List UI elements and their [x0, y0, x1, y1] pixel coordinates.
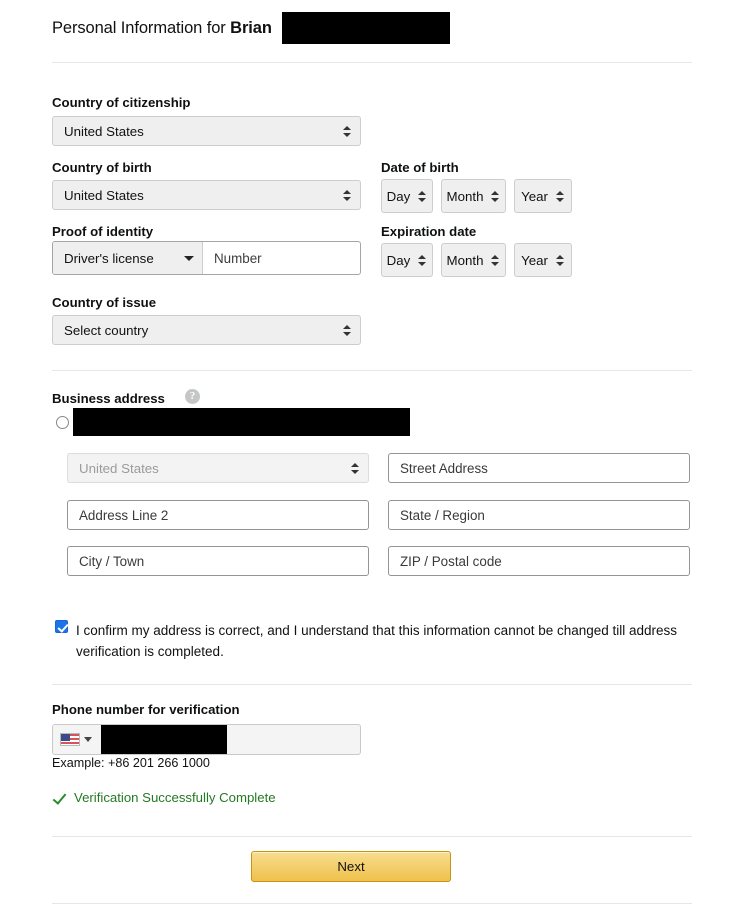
- page-title-prefix: Personal Information for: [52, 18, 231, 37]
- select-dob-month[interactable]: Month: [441, 179, 506, 213]
- phone-example-text: Example: +86 201 266 1000: [52, 756, 210, 770]
- input-address-line-2-placeholder: Address Line 2: [79, 507, 169, 523]
- select-expiration-day[interactable]: Day: [381, 243, 433, 277]
- radio-business-address-option[interactable]: [56, 416, 69, 429]
- personal-information-form: Personal Information for Brian Country o…: [0, 0, 750, 917]
- input-city-town-placeholder: City / Town: [79, 553, 145, 569]
- verification-status: Verification Successfully Complete: [52, 790, 276, 805]
- select-country-of-citizenship[interactable]: United States: [52, 116, 361, 146]
- select-country-of-issue[interactable]: Select country: [52, 315, 361, 345]
- updown-arrows-icon: [343, 189, 352, 202]
- divider-identity: [52, 370, 692, 371]
- page-title-name: Brian: [230, 18, 272, 37]
- label-expiration-date: Expiration date: [381, 224, 477, 239]
- updown-arrows-icon: [491, 190, 500, 203]
- label-date-of-birth: Date of birth: [381, 160, 459, 175]
- redacted-phone-number: [101, 725, 227, 754]
- label-proof-of-identity: Proof of identity: [52, 224, 154, 239]
- input-street-address[interactable]: Street Address: [388, 453, 690, 483]
- page-title: Personal Information for Brian: [52, 12, 450, 44]
- select-expiration-year[interactable]: Year: [514, 243, 572, 277]
- select-country-of-issue-value: Select country: [64, 322, 149, 338]
- select-country-of-citizenship-value: United States: [64, 123, 144, 139]
- select-proof-of-identity-type[interactable]: Driver's license: [53, 242, 203, 274]
- label-country-of-issue: Country of issue: [52, 295, 157, 310]
- redacted-surname: [281, 12, 450, 44]
- check-icon: [52, 791, 66, 805]
- label-country-of-citizenship: Country of citizenship: [52, 95, 191, 110]
- select-expiration-month[interactable]: Month: [441, 243, 506, 277]
- select-address-country-value: United States: [79, 460, 159, 476]
- select-dob-day-value: Day: [386, 188, 411, 204]
- input-state-region-placeholder: State / Region: [400, 507, 485, 523]
- updown-arrows-icon: [555, 190, 565, 203]
- updown-arrows-icon: [351, 462, 360, 475]
- checkbox-confirm-address[interactable]: [55, 620, 68, 633]
- chevron-down-icon: [184, 255, 194, 261]
- select-expiration-month-value: Month: [446, 252, 484, 268]
- select-country-of-birth[interactable]: United States: [52, 180, 361, 210]
- input-state-region[interactable]: State / Region: [388, 500, 690, 530]
- us-flag-icon: [60, 733, 80, 746]
- select-address-country[interactable]: United States: [67, 453, 369, 483]
- input-zip-postal-code[interactable]: ZIP / Postal code: [388, 546, 690, 576]
- label-phone-number: Phone number for verification: [52, 702, 240, 717]
- phone-number-group: [52, 724, 361, 755]
- updown-arrows-icon: [418, 254, 427, 267]
- select-phone-country-code[interactable]: [53, 725, 99, 754]
- divider-footer: [52, 836, 692, 837]
- select-expiration-day-value: Day: [386, 252, 411, 268]
- select-expiration-year-value: Year: [521, 252, 548, 268]
- updown-arrows-icon: [491, 254, 500, 267]
- select-dob-year[interactable]: Year: [514, 179, 572, 213]
- updown-arrows-icon: [343, 324, 352, 337]
- verification-status-text: Verification Successfully Complete: [74, 790, 276, 805]
- input-zip-postal-code-placeholder: ZIP / Postal code: [400, 553, 502, 569]
- next-button[interactable]: Next: [251, 851, 451, 882]
- label-business-address: Business address: [52, 391, 165, 406]
- divider-address: [52, 684, 692, 685]
- help-icon[interactable]: ?: [185, 389, 200, 404]
- input-street-address-placeholder: Street Address: [400, 460, 488, 476]
- updown-arrows-icon: [418, 190, 427, 203]
- label-confirm-address: I confirm my address is correct, and I u…: [76, 623, 678, 659]
- updown-arrows-icon: [555, 254, 565, 267]
- select-country-of-birth-value: United States: [64, 187, 144, 203]
- label-country-of-birth: Country of birth: [52, 160, 152, 175]
- chevron-down-icon: [84, 737, 92, 742]
- redacted-business-address: [73, 408, 410, 436]
- input-proof-of-identity-number-placeholder: Number: [214, 250, 262, 266]
- input-city-town[interactable]: City / Town: [67, 546, 369, 576]
- select-dob-month-value: Month: [446, 188, 484, 204]
- input-address-line-2[interactable]: Address Line 2: [67, 500, 369, 530]
- select-proof-of-identity-type-value: Driver's license: [64, 250, 154, 266]
- proof-of-identity-group: Driver's license Number: [52, 241, 361, 275]
- divider-bottom: [52, 903, 692, 904]
- updown-arrows-icon: [343, 125, 352, 138]
- divider-header: [52, 62, 692, 63]
- input-proof-of-identity-number[interactable]: Number: [203, 242, 360, 274]
- select-dob-year-value: Year: [521, 188, 548, 204]
- select-dob-day[interactable]: Day: [381, 179, 433, 213]
- page-title-text: Personal Information for Brian: [52, 19, 272, 38]
